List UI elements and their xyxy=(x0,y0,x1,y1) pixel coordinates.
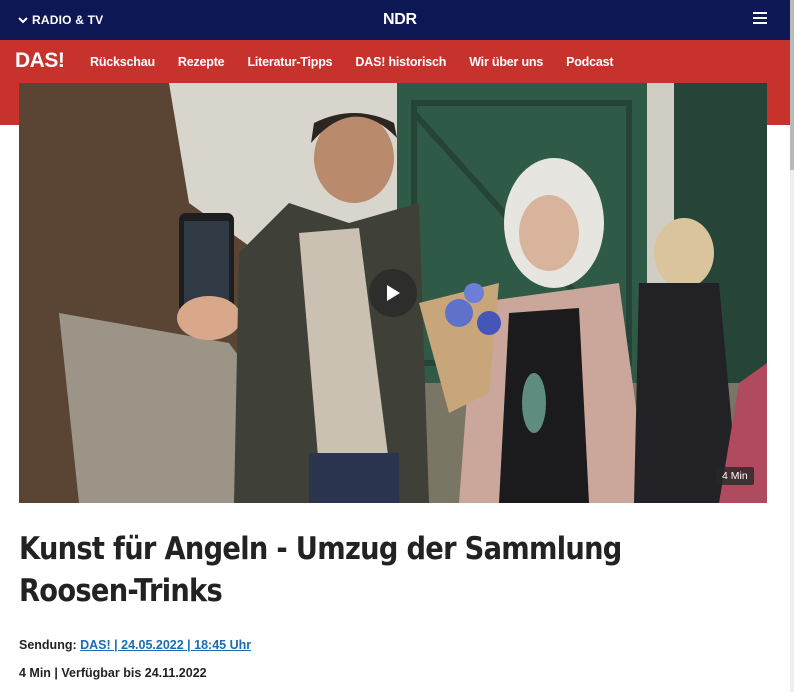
nav-item-podcast[interactable]: Podcast xyxy=(566,55,613,69)
sendung-line: Sendung: DAS! | 24.05.2022 | 18:45 Uhr xyxy=(19,638,251,652)
nav-item-literatur-tipps[interactable]: Literatur-Tipps xyxy=(247,55,332,69)
nav-item-wir-ueber-uns[interactable]: Wir über uns xyxy=(469,55,543,69)
das-logo[interactable]: DAS! xyxy=(15,49,65,73)
availability-meta: 4 Min | Verfügbar bis 24.11.2022 xyxy=(19,666,207,680)
das-navigation: DAS! Rückschau Rezepte Literatur-Tipps D… xyxy=(0,40,790,83)
ndr-logo-text: NDR xyxy=(383,11,417,28)
sendung-label: Sendung: xyxy=(19,638,77,652)
nav-item-das-historisch[interactable]: DAS! historisch xyxy=(355,55,446,69)
nav-item-rezepte[interactable]: Rezepte xyxy=(178,55,225,69)
hamburger-menu-icon[interactable] xyxy=(753,12,767,24)
nav-item-rueckschau[interactable]: Rückschau xyxy=(90,55,155,69)
video-duration-badge: 4 Min xyxy=(716,467,754,485)
play-icon xyxy=(387,285,400,301)
ndr-logo[interactable]: NDR xyxy=(383,8,417,32)
nav-items: Rückschau Rezepte Literatur-Tipps DAS! h… xyxy=(90,40,636,83)
sendung-link[interactable]: DAS! | 24.05.2022 | 18:45 Uhr xyxy=(80,638,251,652)
radio-tv-dropdown[interactable]: RADIO & TV xyxy=(18,13,103,27)
chevron-down-icon xyxy=(18,16,28,23)
radio-tv-label: RADIO & TV xyxy=(32,13,104,27)
video-player[interactable]: 4 Min xyxy=(19,83,767,503)
ndr-top-bar: RADIO & TV NDR xyxy=(0,0,790,40)
page-scrollbar-thumb[interactable] xyxy=(790,0,794,170)
article-title: Kunst für Angeln - Umzug der Sammlung Ro… xyxy=(19,531,622,609)
play-button[interactable] xyxy=(369,269,417,317)
